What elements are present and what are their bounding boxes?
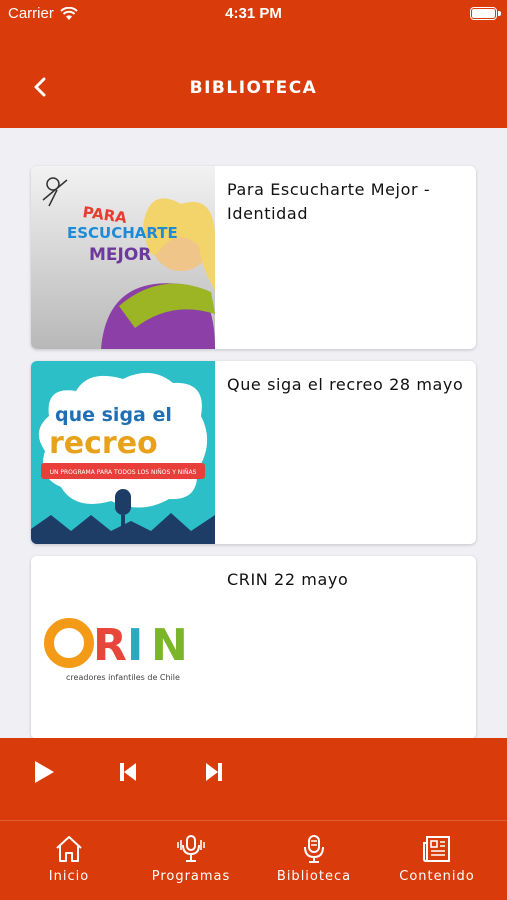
cover-text: creadores infantiles de Chile	[66, 673, 180, 682]
podcast-cover-image: PARA ESCUCHARTE MEJOR	[31, 166, 215, 349]
tab-bar: Inicio Programas Biblioteca Contenido	[0, 820, 507, 900]
svg-text:I: I	[127, 620, 143, 671]
battery-tip	[498, 11, 501, 16]
podcast-cover-image: R I N creadores infantiles de Chile	[31, 556, 215, 738]
tab-inicio[interactable]: Inicio	[9, 833, 129, 884]
item-thumbnail: que siga el recreo UN PROGRAMA PARA TODO…	[31, 361, 215, 544]
tab-contenido[interactable]: Contenido	[377, 833, 497, 884]
cover-text: UN PROGRAMA PARA TODOS LOS NIÑOS Y NIÑAS	[50, 469, 197, 476]
battery-icon	[470, 7, 497, 20]
tab-label: Contenido	[399, 869, 475, 884]
item-thumbnail: PARA ESCUCHARTE MEJOR	[31, 166, 215, 349]
podcast-mic-icon	[177, 835, 205, 862]
item-title[interactable]: CRIN 22 mayo	[227, 568, 466, 592]
cover-text: recreo	[49, 426, 158, 461]
cover-text: MEJOR	[89, 245, 151, 265]
item-title[interactable]: Para Escucharte Mejor - Identidad	[227, 178, 466, 226]
item-thumbnail: R I N creadores infantiles de Chile	[31, 556, 215, 738]
microphone-icon	[304, 835, 324, 863]
library-item-card[interactable]: PARA ESCUCHARTE MEJOR Para Escucharte Me…	[31, 166, 476, 349]
library-item-card[interactable]: que siga el recreo UN PROGRAMA PARA TODO…	[31, 361, 476, 544]
page-title: BIBLIOTECA	[189, 78, 318, 98]
cover-text: ESCUCHARTE	[67, 224, 178, 242]
item-title[interactable]: Que siga el recreo 28 mayo	[227, 373, 466, 397]
tab-programas[interactable]: Programas	[131, 833, 251, 884]
podcast-cover-image: que siga el recreo UN PROGRAMA PARA TODO…	[31, 361, 215, 544]
skip-forward-icon[interactable]	[198, 758, 228, 786]
status-time: 4:31 PM	[225, 5, 282, 22]
tab-label: Biblioteca	[276, 869, 352, 884]
status-bar: Carrier 4:31 PM	[0, 0, 507, 30]
svg-text:R: R	[93, 620, 127, 671]
svg-text:N: N	[151, 620, 188, 671]
navigation-bar: BIBLIOTECA	[0, 30, 507, 128]
play-icon[interactable]	[30, 758, 60, 786]
audio-player	[0, 738, 507, 820]
library-item-card[interactable]: R I N creadores infantiles de Chile CRIN…	[31, 556, 476, 738]
newspaper-icon	[423, 836, 450, 862]
skip-back-icon[interactable]	[114, 758, 144, 786]
library-list[interactable]: PARA ESCUCHARTE MEJOR Para Escucharte Me…	[0, 128, 507, 738]
tab-label: Inicio	[48, 869, 90, 884]
tab-biblioteca[interactable]: Biblioteca	[254, 833, 374, 884]
cover-text: que siga el	[55, 404, 172, 426]
tab-label: Programas	[151, 869, 231, 884]
home-icon	[56, 836, 82, 862]
